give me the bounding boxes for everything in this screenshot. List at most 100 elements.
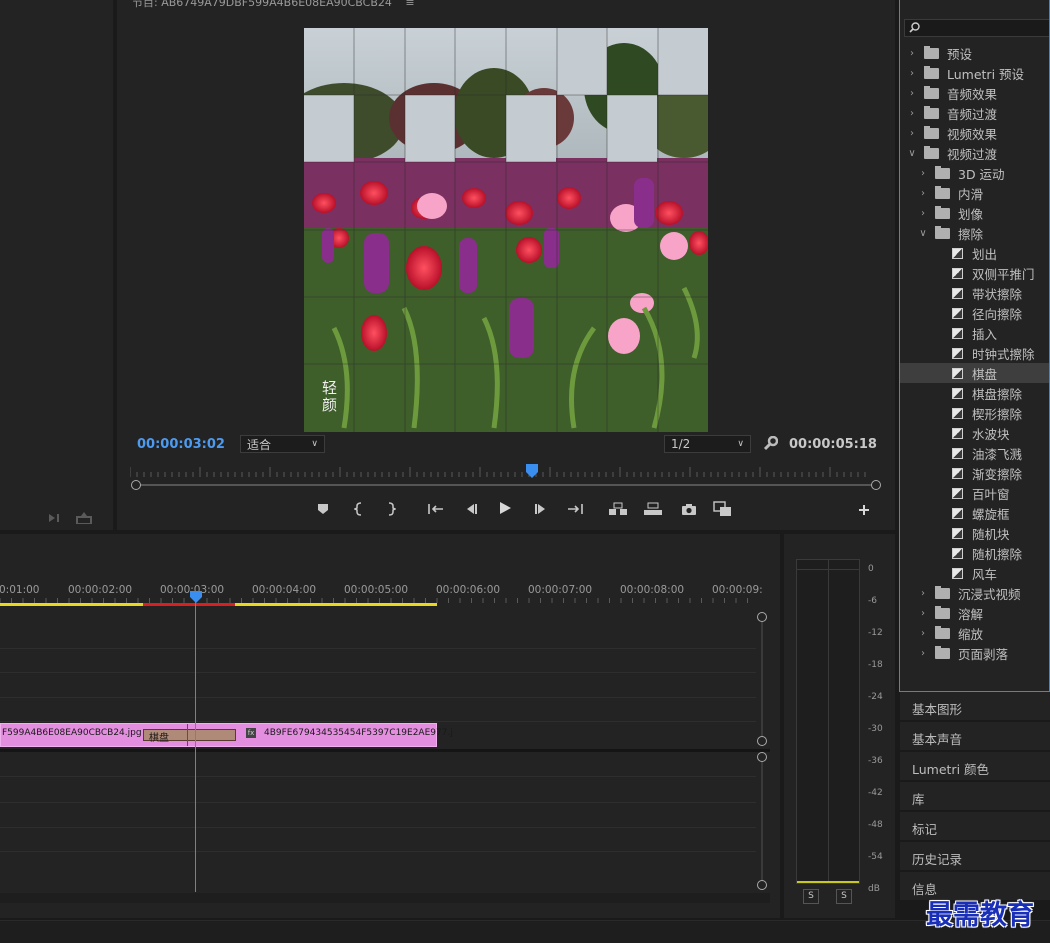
chevron-right-icon[interactable]: › (917, 648, 929, 659)
go-to-out-icon[interactable] (564, 498, 586, 520)
panel-tab[interactable]: Lumetri 颜色 (900, 752, 1050, 781)
marker-icon[interactable] (312, 498, 334, 520)
effects-search-field[interactable] (904, 19, 1049, 37)
effect-item[interactable]: 划出 (900, 243, 1049, 263)
chevron-right-icon[interactable]: › (906, 68, 918, 79)
resolution-label: 1/2 (671, 437, 691, 451)
play-icon[interactable] (494, 497, 516, 519)
chevron-down-icon: ∨ (737, 439, 744, 449)
folder-icon (935, 605, 950, 619)
effect-item[interactable]: 插入 (900, 323, 1049, 343)
effect-item[interactable]: 渐变擦除 (900, 463, 1049, 483)
effect-item[interactable]: 风车 (900, 563, 1049, 583)
effect-folder[interactable]: › Lumetri 预设 (900, 63, 1049, 83)
chevron-right-icon[interactable]: › (906, 88, 918, 99)
clip-2-label[interactable]: 4B9FE679434535454F5397C19E2AE977.j (264, 728, 453, 738)
compare-icon[interactable] (712, 498, 734, 520)
timeline-playhead-line (195, 602, 196, 892)
timeline-h-scrollbar[interactable] (0, 893, 770, 903)
monitor-playhead[interactable] (526, 464, 538, 478)
transition-checkerboard[interactable]: 棋盘 (143, 729, 236, 744)
effect-item[interactable]: 楔形擦除 (900, 403, 1049, 423)
effect-folder[interactable]: › 音频效果 (900, 83, 1049, 103)
effect-item[interactable]: 随机块 (900, 523, 1049, 543)
mark-in-icon[interactable] (348, 498, 370, 520)
camera-icon[interactable] (678, 498, 700, 520)
effect-folder[interactable]: › 3D 运动 (900, 163, 1049, 183)
fit-dropdown[interactable]: 适合 ∨ (240, 435, 325, 453)
mark-out-icon[interactable] (380, 498, 402, 520)
chevron-right-icon[interactable]: › (917, 168, 929, 179)
chevron-right-icon[interactable]: › (906, 48, 918, 59)
insert-icon[interactable] (48, 512, 64, 524)
effect-item[interactable]: 螺旋框 (900, 503, 1049, 523)
effect-item[interactable]: 棋盘擦除 (900, 383, 1049, 403)
go-to-in-icon[interactable] (425, 498, 447, 520)
transition-icon (952, 387, 963, 399)
panel-tab[interactable]: 基本声音 (900, 722, 1050, 751)
extract-icon[interactable] (642, 498, 664, 520)
timeline-playhead-handle[interactable] (190, 591, 202, 603)
effects-search-input[interactable] (921, 20, 1041, 36)
solo-left-button[interactable]: S (803, 889, 819, 904)
panel-menu-icon[interactable]: ≡ (405, 0, 414, 9)
effect-item[interactable]: 油漆飞溅 (900, 443, 1049, 463)
chevron-right-icon[interactable]: › (917, 628, 929, 639)
render-bar-yellow (0, 603, 143, 606)
effect-item[interactable]: 径向擦除 (900, 303, 1049, 323)
track-divider (0, 776, 756, 777)
video-tracks-scrollbar[interactable] (757, 612, 767, 746)
effect-folder[interactable]: › 溶解 (900, 603, 1049, 623)
transition-icon (952, 487, 963, 499)
track-divider (0, 648, 756, 649)
step-back-icon[interactable] (460, 498, 482, 520)
panel-tab[interactable]: 标记 (900, 812, 1050, 841)
chevron-right-icon[interactable]: › (917, 208, 929, 219)
audio-tracks-scrollbar[interactable] (757, 752, 767, 890)
step-forward-icon[interactable] (530, 498, 552, 520)
wrench-icon[interactable] (762, 436, 778, 452)
effect-item[interactable]: 水波块 (900, 423, 1049, 443)
export-icon[interactable] (76, 512, 92, 524)
chevron-right-icon[interactable]: › (917, 608, 929, 619)
panel-tab[interactable]: 库 (900, 782, 1050, 811)
effect-folder[interactable]: ∨ 擦除 (900, 223, 1049, 243)
effect-item[interactable]: 百叶窗 (900, 483, 1049, 503)
effect-label: 随机块 (972, 526, 1010, 542)
effect-label: 带状擦除 (972, 286, 1023, 302)
effect-item[interactable]: 随机擦除 (900, 543, 1049, 563)
chevron-right-icon[interactable]: › (906, 108, 918, 119)
current-timecode[interactable]: 00:00:03:02 (137, 437, 225, 452)
add-icon[interactable] (853, 499, 875, 521)
solo-right-button[interactable]: S (836, 889, 852, 904)
transition-icon (952, 547, 963, 559)
chevron-right-icon[interactable]: › (917, 588, 929, 599)
effect-folder[interactable]: › 缩放 (900, 623, 1049, 643)
lift-icon[interactable] (607, 498, 629, 520)
effect-item[interactable]: 棋盘 (900, 363, 1049, 383)
chevron-down-icon[interactable]: ∨ (906, 148, 918, 159)
preview-frame: 轻 颜 (304, 28, 708, 432)
effect-folder[interactable]: › 页面剥落 (900, 643, 1049, 663)
effect-label: 视频效果 (947, 126, 998, 142)
effect-folder[interactable]: › 预设 (900, 43, 1049, 63)
effect-item[interactable]: 双侧平推门 (900, 263, 1049, 283)
effect-item[interactable]: 时钟式擦除 (900, 343, 1049, 363)
chevron-right-icon[interactable]: › (906, 128, 918, 139)
effect-folder[interactable]: › 划像 (900, 203, 1049, 223)
chevron-down-icon[interactable]: ∨ (917, 228, 929, 239)
effect-folder[interactable]: › 内滑 (900, 183, 1049, 203)
effect-folder[interactable]: ∨ 视频过渡 (900, 143, 1049, 163)
effect-folder[interactable]: › 音频过渡 (900, 103, 1049, 123)
resolution-dropdown[interactable]: 1/2 ∨ (664, 435, 751, 453)
effect-item[interactable]: 带状擦除 (900, 283, 1049, 303)
effect-folder[interactable]: › 视频效果 (900, 123, 1049, 143)
panel-tab[interactable]: 历史记录 (900, 842, 1050, 871)
audio-meter (796, 559, 860, 884)
panel-tab[interactable]: 基本图形 (900, 692, 1050, 721)
monitor-time-ruler[interactable] (130, 465, 870, 477)
chevron-right-icon[interactable]: › (917, 188, 929, 199)
zoom-scrollbar[interactable] (131, 479, 881, 491)
effect-folder[interactable]: › 沉浸式视频 (900, 583, 1049, 603)
track-divider (0, 827, 756, 828)
